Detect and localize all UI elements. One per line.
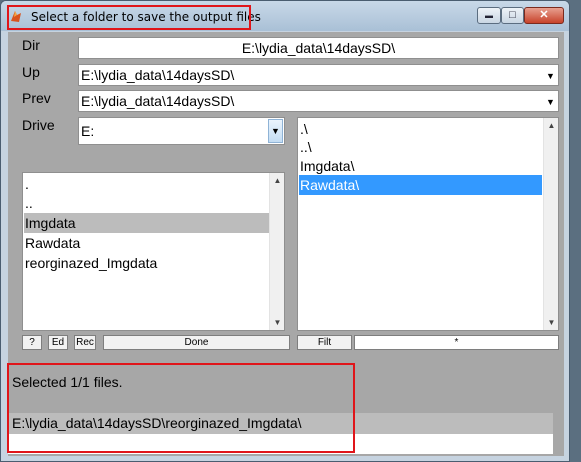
drive-label: Drive — [22, 117, 55, 133]
list-item[interactable]: . — [24, 174, 269, 194]
prev-dropdown[interactable]: E:\lydia_data\14daysSD\ ▼ — [78, 90, 559, 112]
filter-pattern-field[interactable]: * — [354, 335, 559, 350]
scroll-down-icon[interactable]: ▼ — [544, 315, 558, 330]
maximize-button[interactable]: □ — [501, 7, 524, 24]
close-button[interactable]: ✕ — [524, 7, 564, 24]
chevron-down-icon[interactable]: ▼ — [544, 93, 557, 110]
status-highlight-box — [7, 363, 355, 453]
scroll-down-icon[interactable]: ▼ — [270, 315, 284, 330]
minimize-button[interactable]: ▬ — [477, 7, 501, 24]
rec-button[interactable]: Rec — [74, 335, 96, 350]
dir-value: E:\lydia_data\14daysSD\ — [241, 40, 396, 56]
prev-label: Prev — [22, 90, 51, 106]
maximize-icon: □ — [509, 9, 516, 21]
list-item[interactable]: ..\ — [299, 137, 542, 157]
minimize-icon: ▬ — [485, 10, 493, 20]
up-dropdown[interactable]: E:\lydia_data\14daysSD\ ▼ — [78, 64, 559, 86]
list-item-selected[interactable]: Rawdata\ — [299, 175, 542, 195]
done-button[interactable]: Done — [103, 335, 290, 350]
list-item[interactable]: reorginazed_Imgdata — [24, 253, 269, 273]
drive-value: E: — [81, 123, 95, 139]
close-icon: ✕ — [539, 9, 549, 21]
dir-field[interactable]: E:\lydia_data\14daysSD\ — [78, 37, 559, 59]
up-label: Up — [22, 64, 40, 80]
up-value: E:\lydia_data\14daysSD\ — [81, 67, 235, 83]
scrollbar[interactable]: ▲ ▼ — [269, 173, 284, 330]
list-item[interactable]: Rawdata — [24, 233, 269, 253]
edit-button[interactable]: Ed — [48, 335, 68, 350]
dir-label: Dir — [22, 37, 40, 53]
scroll-up-icon[interactable]: ▲ — [544, 118, 558, 133]
chevron-down-icon[interactable]: ▼ — [268, 119, 283, 143]
list-item[interactable]: .. — [24, 193, 269, 213]
list-item-selected[interactable]: Imgdata — [24, 213, 269, 233]
scroll-up-icon[interactable]: ▲ — [270, 173, 284, 188]
filter-button[interactable]: Filt — [297, 335, 352, 350]
folder-list[interactable]: . .. Imgdata Rawdata reorginazed_Imgdata… — [22, 172, 285, 331]
prev-value: E:\lydia_data\14daysSD\ — [81, 93, 235, 109]
chevron-down-icon[interactable]: ▼ — [544, 67, 557, 84]
dialog-window: Select a folder to save the output files… — [0, 0, 570, 462]
drive-dropdown[interactable]: E: ▼ — [78, 117, 285, 145]
list-item[interactable]: .\ — [299, 119, 542, 139]
file-list[interactable]: .\ ..\ Imgdata\ Rawdata\ ▲ ▼ — [297, 117, 559, 331]
list-item[interactable]: Imgdata\ — [299, 156, 542, 176]
title-highlight-box — [7, 5, 251, 30]
scrollbar[interactable]: ▲ ▼ — [543, 118, 558, 330]
help-button[interactable]: ? — [22, 335, 42, 350]
